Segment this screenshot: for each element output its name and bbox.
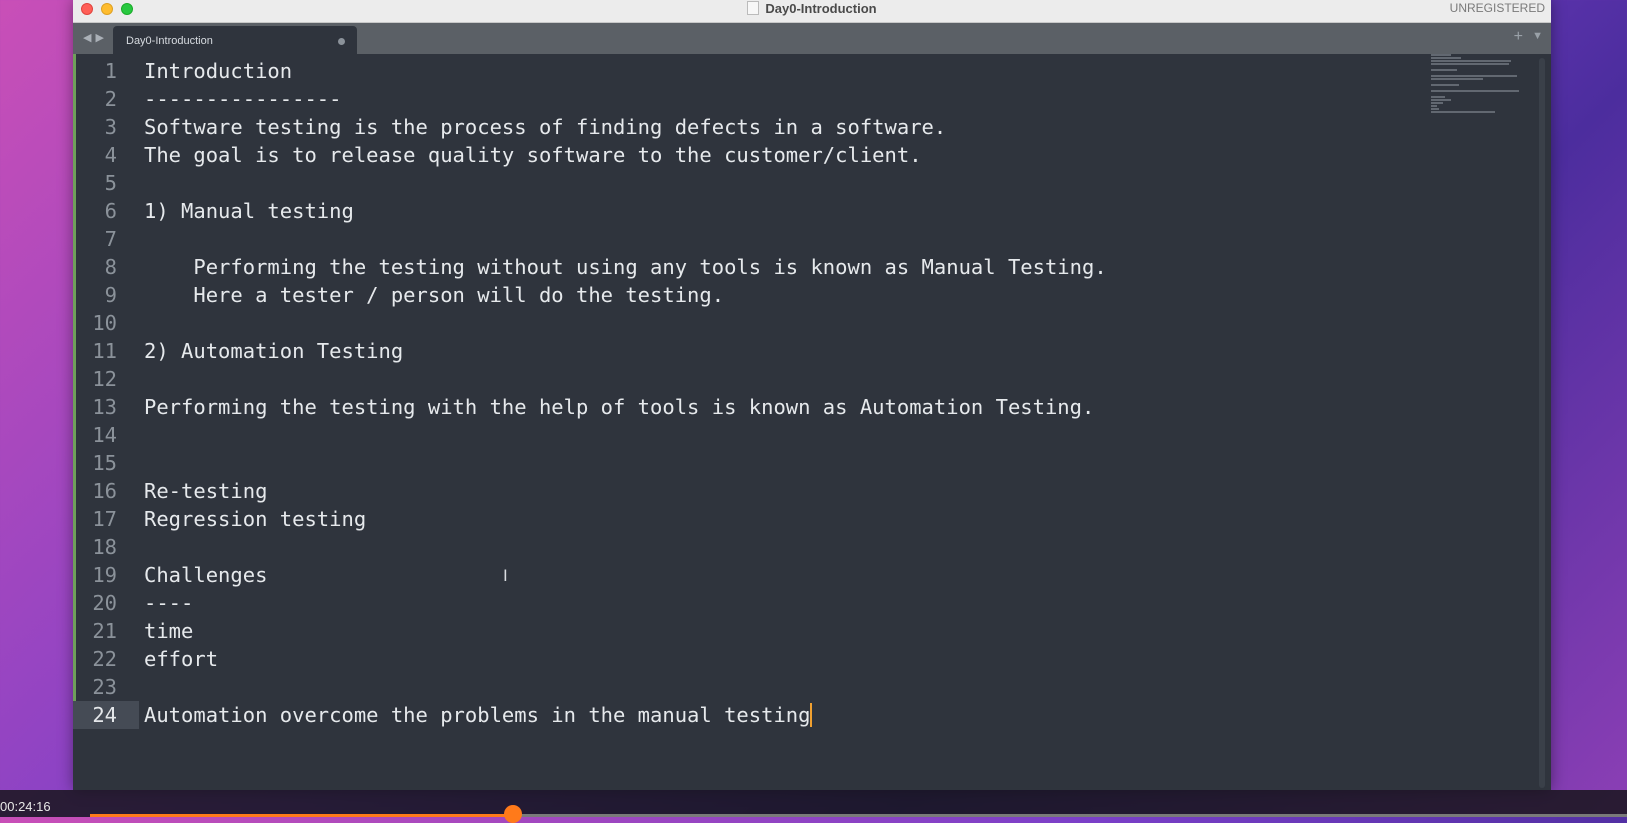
code-line[interactable]: 1 Introduction [73, 57, 1433, 85]
code-line[interactable]: 13 Performing the testing with the help o… [73, 393, 1433, 421]
document-icon [747, 1, 760, 15]
tab-label: Day0-Introduction [126, 35, 213, 47]
line-text[interactable]: Software testing is the process of findi… [144, 113, 946, 141]
minimap[interactable] [1431, 54, 1521, 114]
line-number: 1 [104, 59, 117, 83]
code-line[interactable]: 12 [73, 365, 1433, 393]
text-editor[interactable]: 1 Introduction 2 ---------------- 3 Software … [73, 54, 1551, 790]
line-text[interactable]: time [144, 617, 193, 645]
line-text[interactable]: Introduction [144, 57, 292, 85]
editor-lines[interactable]: 1 Introduction 2 ---------------- 3 Software … [73, 57, 1433, 729]
line-number: 10 [92, 311, 117, 335]
code-line[interactable]: 2 ---------------- [73, 85, 1433, 113]
line-number: 19 [92, 563, 117, 587]
line-text[interactable]: Re-testing [144, 477, 267, 505]
line-number: 5 [104, 171, 117, 195]
line-number: 21 [92, 619, 117, 643]
line-number: 6 [104, 199, 117, 223]
playback-scrubber-handle[interactable] [503, 805, 522, 823]
line-number: 13 [92, 395, 117, 419]
tab-navigation-arrows[interactable]: ◀▶ [83, 31, 108, 44]
line-text[interactable]: effort [144, 645, 218, 673]
line-number: 8 [104, 255, 117, 279]
code-line[interactable]: 24 Automation overcome the problems in th… [73, 701, 1433, 729]
tab-day0-introduction[interactable]: Day0-Introduction [113, 26, 357, 54]
line-number: 16 [92, 479, 117, 503]
tab-menu-chevron-down-icon[interactable]: ▼ [1532, 30, 1543, 42]
line-text[interactable]: Performing the testing without using any… [144, 253, 1106, 281]
line-number: 9 [104, 283, 117, 307]
line-number: 23 [92, 675, 117, 699]
editor-window: Day0-Introduction UNREGISTERED ◀▶ Day0-I… [73, 0, 1551, 790]
code-line[interactable]: 23 [73, 673, 1433, 701]
line-number: 2 [104, 87, 117, 111]
line-number: 24 [73, 701, 139, 729]
window-title: Day0-Introduction [73, 0, 1551, 17]
line-number: 7 [104, 227, 117, 251]
license-status: UNREGISTERED [1449, 1, 1545, 15]
line-number: 17 [92, 507, 117, 531]
window-title-text: Day0-Introduction [765, 1, 877, 16]
code-line[interactable]: 19 Challenges [73, 561, 1433, 589]
line-number: 15 [92, 451, 117, 475]
unsaved-dot-icon[interactable] [338, 38, 345, 45]
code-line[interactable]: 11 2) Automation Testing [73, 337, 1433, 365]
playback-timecode: 00:24:16 [0, 799, 51, 814]
line-text[interactable]: ---------------- [144, 85, 341, 113]
line-number: 4 [104, 143, 117, 167]
line-number: 12 [92, 367, 117, 391]
code-line[interactable]: 8 Performing the testing without using a… [73, 253, 1433, 281]
vertical-scrollbar[interactable] [1539, 58, 1545, 788]
code-line[interactable]: 4 The goal is to release quality software… [73, 141, 1433, 169]
code-line[interactable]: 6 1) Manual testing [73, 197, 1433, 225]
line-text[interactable]: The goal is to release quality software … [144, 141, 922, 169]
line-text[interactable]: Performing the testing with the help of … [144, 393, 1094, 421]
line-text[interactable]: Regression testing [144, 505, 366, 533]
code-line[interactable]: 10 [73, 309, 1433, 337]
line-number: 22 [92, 647, 117, 671]
code-line[interactable]: 7 [73, 225, 1433, 253]
tab-bar: ◀▶ Day0-Introduction + ▼ [73, 23, 1551, 54]
line-number: 20 [92, 591, 117, 615]
code-line[interactable]: 16 Re-testing [73, 477, 1433, 505]
line-text[interactable]: 1) Manual testing [144, 197, 354, 225]
line-text[interactable]: ---- [144, 589, 193, 617]
line-text[interactable]: Challenges [144, 561, 267, 589]
code-line[interactable]: 21 time [73, 617, 1433, 645]
title-bar: Day0-Introduction UNREGISTERED [73, 0, 1551, 23]
line-text[interactable]: 2) Automation Testing [144, 337, 403, 365]
code-line[interactable]: 17 Regression testing [73, 505, 1433, 533]
line-number: 3 [104, 115, 117, 139]
code-line[interactable]: 5 [73, 169, 1433, 197]
code-line[interactable]: 20 ---- [73, 589, 1433, 617]
code-line[interactable]: 9 Here a tester / person will do the tes… [73, 281, 1433, 309]
line-number: 14 [92, 423, 117, 447]
code-line[interactable]: 15 [73, 449, 1433, 477]
text-caret [810, 703, 813, 727]
video-player-bar: 00:24:16 [0, 790, 1627, 823]
line-text[interactable]: Here a tester / person will do the testi… [144, 281, 724, 309]
line-text[interactable]: Automation overcome the problems in the … [144, 701, 813, 729]
code-line[interactable]: 22 effort [73, 645, 1433, 673]
text-cursor-ibeam-icon: I [503, 566, 508, 585]
code-line[interactable]: 3 Software testing is the process of find… [73, 113, 1433, 141]
tab-forward-icon[interactable]: ▶ [95, 32, 107, 44]
tab-back-icon[interactable]: ◀ [83, 32, 95, 44]
code-line[interactable]: 18 [73, 533, 1433, 561]
line-number: 18 [92, 535, 117, 559]
line-number: 11 [92, 339, 117, 363]
code-line[interactable]: 14 [73, 421, 1433, 449]
new-tab-icon[interactable]: + [1514, 28, 1523, 46]
